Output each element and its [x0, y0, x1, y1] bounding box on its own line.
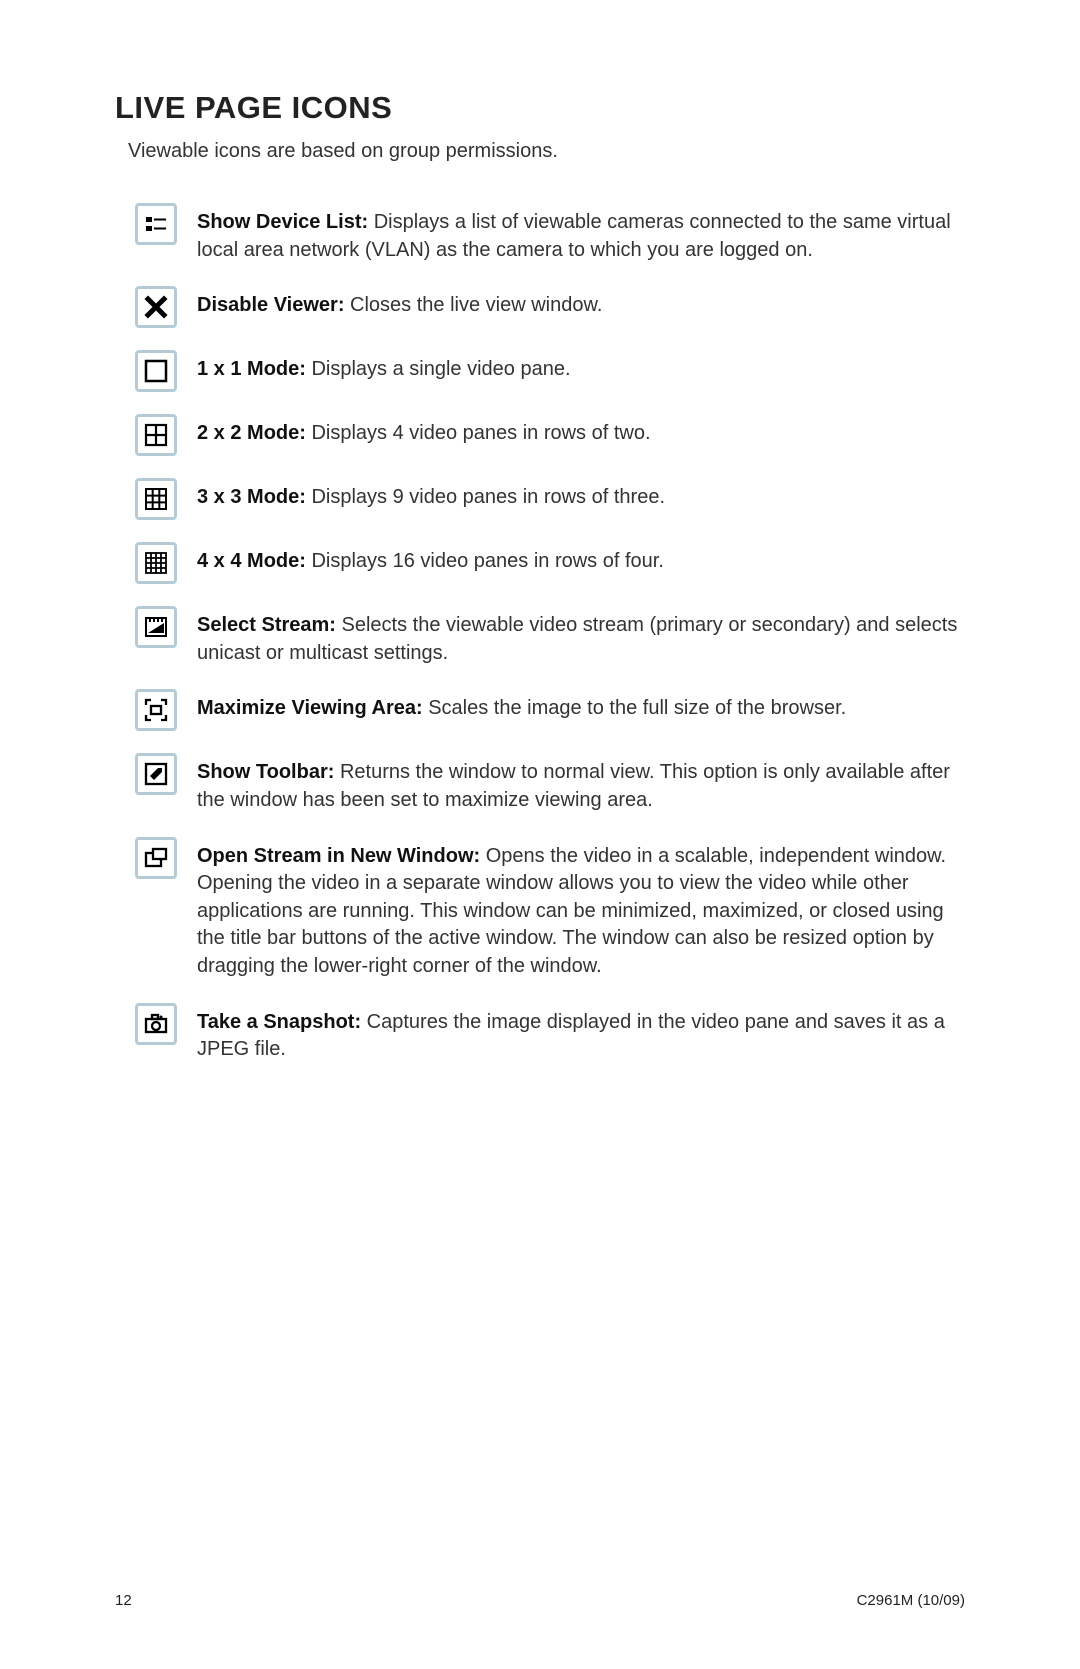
item-desc: Disable Viewer: Closes the live view win… — [197, 286, 965, 320]
page-title: LIVE PAGE ICONS — [115, 90, 965, 126]
item-desc: Select Stream: Selects the viewable vide… — [197, 606, 965, 667]
list-item: Show Device List: Displays a list of vie… — [135, 203, 965, 264]
grid-3x3-icon — [135, 478, 177, 520]
icon-list: Show Device List: Displays a list of vie… — [135, 203, 965, 1064]
item-desc: 1 x 1 Mode: Displays a single video pane… — [197, 350, 965, 384]
show-toolbar-icon — [135, 753, 177, 795]
grid-4x4-icon — [135, 542, 177, 584]
snapshot-icon — [135, 1003, 177, 1045]
list-item: 3 x 3 Mode: Displays 9 video panes in ro… — [135, 478, 965, 520]
page-footer: 12 C2961M (10/09) — [115, 1592, 965, 1609]
new-window-icon — [135, 837, 177, 879]
list-item: Show Toolbar: Returns the window to norm… — [135, 753, 965, 814]
item-desc: Show Toolbar: Returns the window to norm… — [197, 753, 965, 814]
close-icon — [135, 286, 177, 328]
item-desc: 3 x 3 Mode: Displays 9 video panes in ro… — [197, 478, 965, 512]
list-item: Select Stream: Selects the viewable vide… — [135, 606, 965, 667]
item-desc: 4 x 4 Mode: Displays 16 video panes in r… — [197, 542, 965, 576]
device-list-icon — [135, 203, 177, 245]
grid-1x1-icon — [135, 350, 177, 392]
item-desc: Maximize Viewing Area: Scales the image … — [197, 689, 965, 723]
list-item: 1 x 1 Mode: Displays a single video pane… — [135, 350, 965, 392]
item-desc: Open Stream in New Window: Opens the vid… — [197, 837, 965, 981]
maximize-icon — [135, 689, 177, 731]
item-desc: 2 x 2 Mode: Displays 4 video panes in ro… — [197, 414, 965, 448]
list-item: Open Stream in New Window: Opens the vid… — [135, 837, 965, 981]
list-item: 2 x 2 Mode: Displays 4 video panes in ro… — [135, 414, 965, 456]
list-item: Disable Viewer: Closes the live view win… — [135, 286, 965, 328]
list-item: Maximize Viewing Area: Scales the image … — [135, 689, 965, 731]
list-item: Take a Snapshot: Captures the image disp… — [135, 1003, 965, 1064]
page-number: 12 — [115, 1592, 132, 1609]
list-item: 4 x 4 Mode: Displays 16 video panes in r… — [135, 542, 965, 584]
grid-2x2-icon — [135, 414, 177, 456]
item-desc: Show Device List: Displays a list of vie… — [197, 203, 965, 264]
item-desc: Take a Snapshot: Captures the image disp… — [197, 1003, 965, 1064]
page-subtitle: Viewable icons are based on group permis… — [128, 140, 965, 163]
select-stream-icon — [135, 606, 177, 648]
doc-id: C2961M (10/09) — [857, 1592, 965, 1609]
